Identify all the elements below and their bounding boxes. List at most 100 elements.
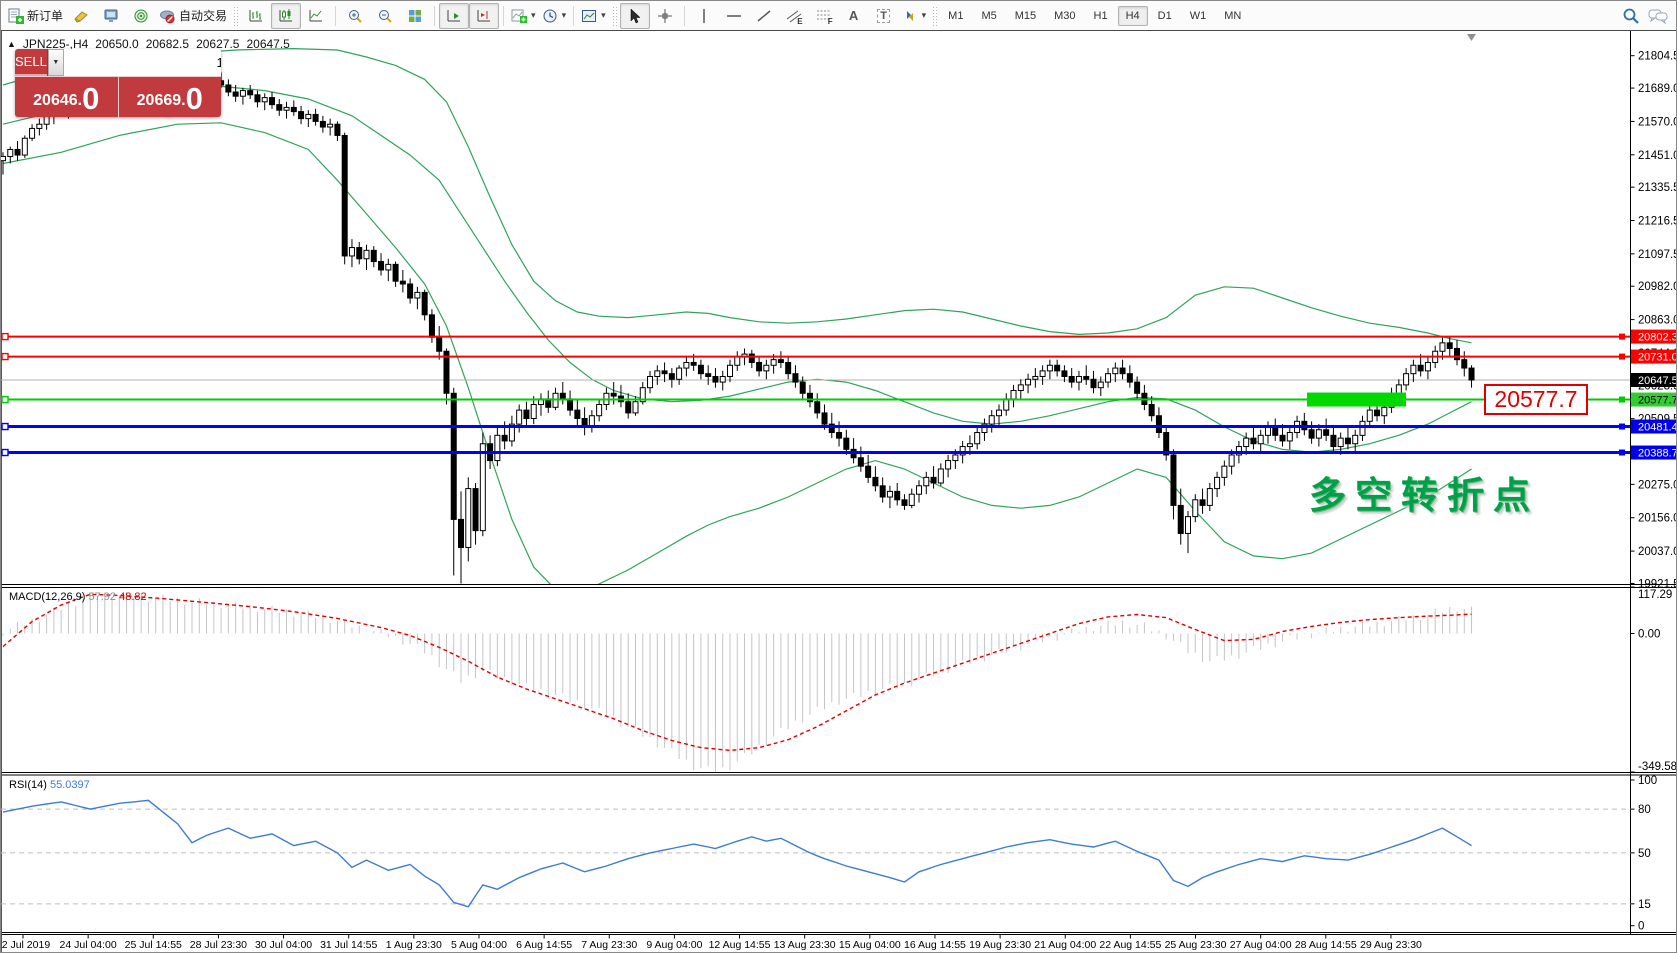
zoom-in-icon <box>347 8 363 24</box>
dropdown-icon: ▾ <box>601 10 606 21</box>
bar-chart-button[interactable] <box>241 3 271 29</box>
target-icon <box>133 8 149 24</box>
price-tag-20731-text: 20731.0 <box>1638 352 1677 364</box>
collapse-arrow-icon[interactable]: ▲ <box>7 39 16 49</box>
text-label-icon: T <box>877 9 890 23</box>
price-tag-current-text: 20647.5 <box>1638 375 1677 387</box>
search-icon[interactable] <box>1622 7 1640 25</box>
text-tool-button[interactable]: A <box>839 3 869 29</box>
zoom-in-button[interactable] <box>340 3 370 29</box>
periods-button[interactable]: ▾ <box>539 3 570 29</box>
autotrading-label: 自动交易 <box>179 7 227 24</box>
macd-label: MACD(12,26,9) 57.92 48.82 <box>9 591 147 603</box>
chart-profile-button[interactable] <box>66 3 96 29</box>
data-window-button[interactable] <box>126 3 156 29</box>
text-label-button[interactable]: T <box>869 3 899 29</box>
tile-windows-icon <box>407 8 423 24</box>
rsi-panel: 1008050150RSI(14) 55.0397 <box>1 775 1657 933</box>
price-tick-label: 21689.0 <box>1638 83 1677 95</box>
timeframe-group: M1M5M15M30H1H4D1W1MN <box>940 6 1249 26</box>
rsi-scale-label: 80 <box>1638 804 1651 816</box>
shift-marker-icon[interactable] <box>1467 34 1476 41</box>
fibonacci-button[interactable]: F <box>809 3 839 29</box>
time-tick-label: 28 Aug 14:55 <box>1295 939 1357 951</box>
timeframe-w1[interactable]: W1 <box>1182 6 1215 26</box>
time-tick-label: 5 Aug 04:00 <box>451 939 507 951</box>
chat-icon[interactable] <box>1648 8 1668 24</box>
sell-price[interactable]: 20646.0 <box>15 77 119 117</box>
volume-input[interactable] <box>64 49 221 76</box>
cursor-button[interactable] <box>620 3 650 29</box>
mt4-window: 新订单 自动交易 ▾ ▾ ▾ E F A T ▾ <box>0 0 1677 953</box>
sell-button[interactable]: SELL <box>15 49 47 76</box>
macd-scale-label: 0.00 <box>1638 629 1660 641</box>
trendline-icon <box>756 8 772 24</box>
equidistant-channel-button[interactable]: E <box>779 3 809 29</box>
indicators-button[interactable]: ▾ <box>508 3 539 29</box>
arrows-button[interactable]: ▾ <box>899 3 930 29</box>
new-order-button[interactable]: 新订单 <box>5 3 66 29</box>
rsi-line <box>3 800 1472 906</box>
autotrading-button[interactable]: 自动交易 <box>156 3 230 29</box>
time-tick-label: 25 Jul 14:55 <box>125 939 182 951</box>
brush-icon <box>73 8 89 24</box>
timeframe-h4[interactable]: H4 <box>1118 6 1148 26</box>
price-tick-label: 21216.5 <box>1638 216 1677 228</box>
text-tool-icon: A <box>849 8 858 23</box>
timeframe-h1[interactable]: H1 <box>1086 6 1116 26</box>
auto-scroll-button[interactable] <box>439 3 469 29</box>
bollinger-middle-band <box>3 86 1472 452</box>
trendline-button[interactable] <box>749 3 779 29</box>
price-tick-label: 21335.5 <box>1638 182 1677 194</box>
dropdown-icon: ▾ <box>562 10 567 21</box>
time-axis: 22 Jul 201924 Jul 04:0025 Jul 14:5528 Ju… <box>1 935 1422 952</box>
one-click-trading-panel: SELL ▼ ▲ BUY 20646.0 20669.0 <box>15 49 221 117</box>
time-tick-label: 1 Aug 23:30 <box>386 939 442 951</box>
price-callout-label[interactable]: 20577.7 <box>1484 384 1588 415</box>
chart-shift-button[interactable] <box>469 3 499 29</box>
price-tick-label: 20863.0 <box>1638 315 1677 327</box>
line-chart-button[interactable] <box>301 3 331 29</box>
market-watch-button[interactable] <box>96 3 126 29</box>
vertical-line-button[interactable] <box>689 3 719 29</box>
volume-decrease-button[interactable]: ▼ <box>48 49 64 76</box>
price-tick-label: 20982.0 <box>1638 281 1677 293</box>
turning-point-annotation[interactable]: 多空转折点 <box>1309 465 1539 519</box>
horizontal-line-icon <box>726 8 742 24</box>
macd-panel: MACD(12,26,9) 57.92 48.82117.290.00-349.… <box>3 587 1677 773</box>
timeframe-mn[interactable]: MN <box>1216 6 1249 26</box>
candle-chart-button[interactable] <box>271 3 301 29</box>
time-tick-label: 27 Aug 04:00 <box>1230 939 1292 951</box>
buy-price[interactable]: 20669.0 <box>119 77 222 117</box>
time-tick-label: 9 Aug 04:00 <box>646 939 702 951</box>
dropdown-icon: ▾ <box>531 10 536 21</box>
rsi-scale-label: 15 <box>1638 899 1651 911</box>
crosshair-button[interactable] <box>650 3 680 29</box>
timeframe-m1[interactable]: M1 <box>940 6 971 26</box>
time-tick-label: 19 Aug 23:30 <box>969 939 1031 951</box>
templates-button[interactable]: ▾ <box>578 3 609 29</box>
arrows-icon <box>902 8 918 24</box>
macd-scale-label: 117.29 <box>1638 589 1672 601</box>
pivot-highlight-rect[interactable] <box>1307 393 1406 407</box>
toolbar-grip <box>612 6 617 26</box>
zoom-out-icon <box>377 8 393 24</box>
price-tick-label: 21570.0 <box>1638 116 1677 128</box>
horizontal-line-button[interactable] <box>719 3 749 29</box>
time-tick-label: 12 Aug 14:55 <box>709 939 771 951</box>
timeframe-m30[interactable]: M30 <box>1046 6 1083 26</box>
zoom-out-button[interactable] <box>370 3 400 29</box>
time-tick-label: 15 Aug 04:00 <box>839 939 901 951</box>
timeframe-m15[interactable]: M15 <box>1007 6 1044 26</box>
new-order-icon <box>8 8 24 24</box>
rsi-scale-label: 100 <box>1638 775 1657 787</box>
volume-stepper: ▼ ▲ <box>47 49 221 76</box>
timeframe-d1[interactable]: D1 <box>1150 6 1180 26</box>
price-tick-label: 20037.0 <box>1638 546 1677 558</box>
rsi-scale-label: 0 <box>1638 921 1644 933</box>
macd-histogram <box>3 592 1472 772</box>
vertical-line-icon <box>696 8 712 24</box>
tile-windows-button[interactable] <box>400 3 430 29</box>
timeframe-m5[interactable]: M5 <box>973 6 1004 26</box>
crosshair-icon <box>657 8 673 24</box>
